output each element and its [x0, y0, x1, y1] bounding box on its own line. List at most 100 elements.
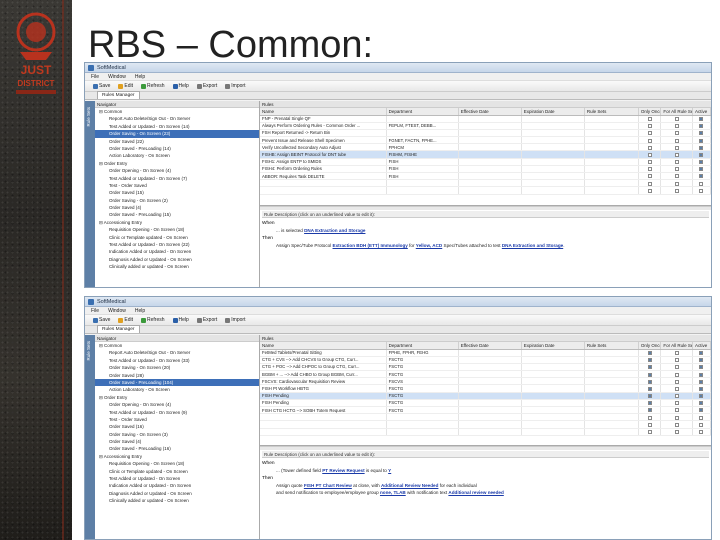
checkbox-unchecked[interactable] — [699, 188, 704, 193]
checkbox-checked[interactable] — [699, 401, 704, 406]
checkbox-checked[interactable] — [647, 372, 652, 377]
checkbox-unchecked[interactable] — [674, 386, 679, 391]
nav-item[interactable]: Order Saved - PreLoading (14) — [95, 145, 259, 152]
nav-item[interactable]: Order Opening - On Screen (4) — [95, 401, 259, 408]
nav-item[interactable]: Indication Added or Updated - On Screen — [95, 482, 259, 489]
column-header[interactable]: Active — [692, 342, 711, 350]
nav-item[interactable]: Order Saved (15) — [95, 189, 259, 196]
nav-item[interactable]: Order Saved - PreLoading (16) — [95, 445, 259, 452]
checkbox-unchecked[interactable] — [674, 152, 679, 157]
nav-item[interactable]: Test Added or Updated - On Screen (7) — [95, 175, 259, 182]
checkbox-unchecked[interactable] — [674, 131, 679, 136]
checkbox-checked[interactable] — [647, 386, 652, 391]
table-row[interactable]: Prevent Issue and Release Shell Specimen… — [260, 136, 711, 145]
table-row[interactable] — [260, 179, 711, 188]
help-button[interactable]: Help — [171, 83, 191, 89]
nav-item[interactable]: Action Laboratory - On Screen — [95, 152, 259, 159]
column-header[interactable]: Expiration Date — [521, 108, 585, 116]
export-button[interactable]: Export — [195, 83, 219, 89]
nav-item[interactable]: Order Saving - On Screen (2) — [95, 197, 259, 204]
checkbox-unchecked[interactable] — [674, 124, 679, 129]
checkbox-unchecked[interactable] — [674, 350, 679, 355]
nav-item[interactable]: Report Auto Delete/Sign Out - On Server — [95, 115, 259, 122]
checkbox-unchecked[interactable] — [647, 430, 652, 435]
checkbox-checked[interactable] — [699, 350, 704, 355]
nav-item[interactable]: Order Saving - On Screen (3) — [95, 431, 259, 438]
column-header[interactable]: Effective Date — [458, 108, 522, 116]
checkbox-checked[interactable] — [647, 350, 652, 355]
checkbox-unchecked[interactable] — [674, 145, 679, 150]
nav-item[interactable]: Test - Order Saved — [95, 416, 259, 423]
refresh-button[interactable]: Refresh — [139, 317, 167, 323]
checkbox-checked[interactable] — [699, 138, 704, 143]
column-header[interactable]: For All Rule Sets — [660, 108, 693, 116]
column-header[interactable]: Name — [260, 342, 387, 350]
then-link-protocol[interactable]: Extraction BDH (ETT) Immunology — [333, 243, 408, 248]
nav-item[interactable]: Order Opening - On Screen (4) — [95, 167, 259, 174]
when-link[interactable]: DNA Extraction and Storage — [304, 228, 365, 233]
checkbox-unchecked[interactable] — [699, 181, 704, 186]
checkbox-unchecked[interactable] — [674, 401, 679, 406]
table-row[interactable]: FNP - Prenatal Single QF — [260, 115, 711, 123]
nav-item[interactable]: Order Saved - PreLoading (15) — [95, 211, 259, 218]
table-row[interactable]: FISH1: Assign ENTP to SMIDS FISH — [260, 158, 711, 166]
menu-file[interactable]: File — [91, 74, 99, 80]
table-row[interactable]: FetMed Tablets/Prenatal Sitting FPHE, FPH… — [260, 349, 711, 357]
rule-sets-sidebar[interactable]: Rule Sets — [85, 335, 95, 539]
checkbox-checked[interactable] — [647, 379, 652, 384]
nav-item[interactable]: Test Added or Updated - On Screen (14) — [95, 123, 259, 130]
nav-item[interactable]: Clinically added or updated - On Screen — [95, 263, 259, 270]
import-button[interactable]: Import — [223, 83, 247, 89]
checkbox-unchecked[interactable] — [699, 415, 704, 420]
rule-sets-sidebar[interactable]: Rule Sets — [85, 101, 95, 287]
table-row[interactable]: CTG + CVS --> Add CHCVS to Group CTG, Cu… — [260, 356, 711, 364]
checkbox-unchecked[interactable] — [699, 422, 704, 427]
table-row[interactable] — [260, 420, 711, 429]
column-header[interactable]: Only Once — [638, 108, 662, 116]
checkbox-checked[interactable] — [647, 401, 652, 406]
checkbox-unchecked[interactable] — [674, 160, 679, 165]
checkbox-checked[interactable] — [699, 124, 704, 129]
checkbox-unchecked[interactable] — [647, 167, 652, 172]
menu-help[interactable]: Help — [135, 74, 145, 80]
checkbox-checked[interactable] — [699, 167, 704, 172]
table-row[interactable]: ABBOR: Requires Task DELETE FISH — [260, 172, 711, 181]
column-header[interactable]: Department — [386, 108, 459, 116]
when-link-value[interactable]: Y — [388, 468, 391, 473]
import-button[interactable]: Import — [223, 317, 247, 323]
nav-item[interactable]: Requisition Opening - On Screen (18) — [95, 460, 259, 467]
checkbox-unchecked[interactable] — [647, 116, 652, 121]
table-row[interactable] — [260, 186, 711, 195]
table-row[interactable]: FSH Report Returned -> Return Bin — [260, 129, 711, 138]
nav-item[interactable]: Diagnosis Added or Updated - On Screen — [95, 256, 259, 263]
tab-rules-manager[interactable]: Rules Manager — [97, 325, 140, 333]
checkbox-checked[interactable] — [699, 174, 704, 179]
nav-item[interactable]: Order Saving - On Screen (23) — [95, 130, 259, 138]
checkbox-unchecked[interactable] — [674, 415, 679, 420]
table-row[interactable]: FISH4: Perform Ordering Rules FISH — [260, 165, 711, 174]
table-row[interactable]: FSCVS: Cardiovascular Requisition Review… — [260, 377, 711, 386]
nav-item[interactable]: Test Added or Updated - On Screen — [95, 475, 259, 482]
checkbox-checked[interactable] — [699, 372, 704, 377]
then-link-group[interactable]: none, TLAB — [380, 490, 406, 495]
checkbox-unchecked[interactable] — [647, 138, 652, 143]
checkbox-unchecked[interactable] — [647, 188, 652, 193]
checkbox-unchecked[interactable] — [674, 167, 679, 172]
nav-group[interactable]: Common — [95, 108, 259, 115]
checkbox-unchecked[interactable] — [647, 145, 652, 150]
nav-item[interactable]: Test Added or Updated - On Screen (9) — [95, 409, 259, 416]
edit-button[interactable]: Edit — [116, 317, 135, 323]
table-row[interactable] — [260, 413, 711, 422]
checkbox-unchecked[interactable] — [647, 131, 652, 136]
checkbox-checked[interactable] — [699, 386, 704, 391]
table-row[interactable]: Always Perform Ordering Rules - Common O… — [260, 122, 711, 130]
checkbox-checked[interactable] — [699, 152, 704, 157]
nav-item[interactable]: Order Saved (4) — [95, 204, 259, 211]
checkbox-unchecked[interactable] — [674, 379, 679, 384]
nav-item[interactable]: Indication Added or Updated - On Screen — [95, 248, 259, 255]
checkbox-unchecked[interactable] — [647, 181, 652, 186]
nav-item[interactable]: Order Saved (28) — [95, 372, 259, 379]
menu-file[interactable]: File — [91, 308, 99, 314]
checkbox-checked[interactable] — [699, 145, 704, 150]
checkbox-checked[interactable] — [647, 394, 652, 399]
